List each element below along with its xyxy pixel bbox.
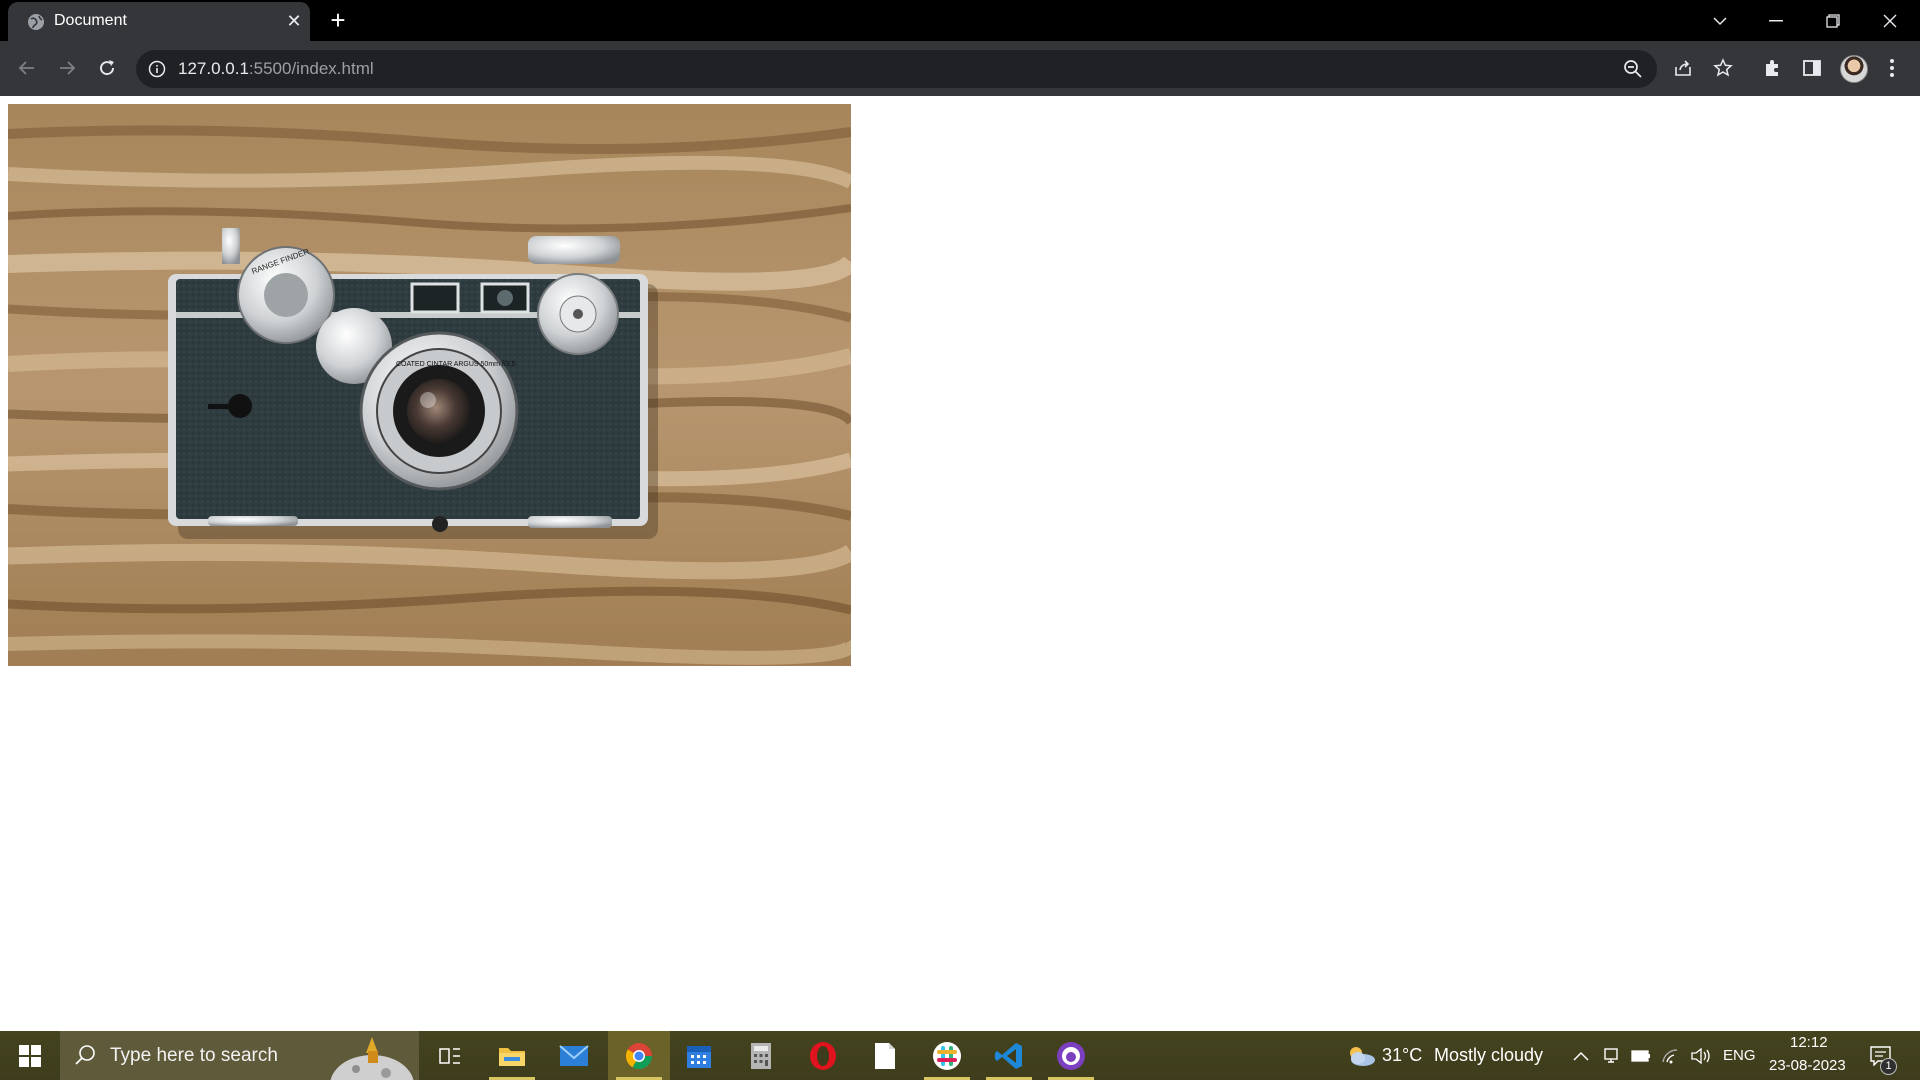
volume-icon[interactable] (1690, 1045, 1712, 1067)
menu-kebab-icon[interactable] (1878, 54, 1906, 82)
address-bar[interactable]: 127.0.0.1:5500/index.html (136, 50, 1657, 88)
camera-photo: RANGE FINDER COATED CINTAR ARGUS 50mm f/… (8, 104, 851, 666)
clock-time[interactable]: 12:12 (1790, 1034, 1828, 1051)
bookmark-star-icon[interactable] (1709, 54, 1737, 82)
reload-icon[interactable] (92, 53, 122, 83)
notepad-file-icon[interactable] (854, 1031, 916, 1080)
lens-ring-text: COATED CINTAR ARGUS 50mm f/3.5 (396, 361, 516, 368)
close-window-icon[interactable] (1862, 0, 1918, 41)
meet-now-icon[interactable] (1600, 1045, 1622, 1067)
weather-description[interactable]: Mostly cloudy (1434, 1045, 1543, 1066)
mail-icon[interactable] (543, 1031, 605, 1080)
page-viewport: RANGE FINDER COATED CINTAR ARGUS 50mm f/… (0, 96, 1920, 1031)
url-text[interactable]: 127.0.0.1:5500/index.html (178, 59, 374, 79)
browser-title-bar: Document ✕ + (0, 0, 1920, 41)
new-tab-button[interactable]: + (324, 6, 352, 34)
clock-date[interactable]: 23-08-2023 (1769, 1057, 1846, 1074)
minimize-icon[interactable] (1748, 0, 1804, 41)
opera-icon[interactable] (792, 1031, 854, 1080)
calendar-icon[interactable] (668, 1031, 730, 1080)
search-icon (75, 1045, 95, 1065)
vscode-icon[interactable] (978, 1031, 1040, 1080)
share-icon[interactable] (1669, 54, 1697, 82)
taskbar-search-box[interactable]: Type here to search (60, 1031, 419, 1080)
input-language[interactable]: ENG (1723, 1047, 1756, 1064)
url-host: 127.0.0.1 (178, 59, 249, 78)
extensions-icon[interactable] (1758, 54, 1786, 82)
restore-icon[interactable] (1805, 0, 1861, 41)
search-highlight-illustration (330, 1037, 414, 1080)
wifi-icon[interactable] (1660, 1045, 1682, 1067)
tab-close-icon[interactable]: ✕ (284, 11, 304, 31)
file-explorer-icon[interactable] (481, 1031, 543, 1080)
chrome-icon[interactable] (608, 1031, 670, 1080)
back-icon[interactable] (12, 53, 42, 83)
side-panel-icon[interactable] (1798, 54, 1826, 82)
globe-icon (28, 14, 44, 30)
tab-document[interactable]: Document ✕ (8, 2, 310, 41)
weather-temperature[interactable]: 31°C (1382, 1045, 1422, 1066)
windows-taskbar: Type here to search 31°C Mostly cloudy E… (0, 1031, 1920, 1080)
windows-start-icon[interactable] (0, 1031, 60, 1080)
zoom-icon[interactable] (1622, 58, 1644, 80)
tab-search-icon[interactable] (1692, 0, 1748, 41)
profile-avatar[interactable] (1840, 55, 1868, 83)
forward-icon[interactable] (52, 53, 82, 83)
cloudy-weather-icon[interactable] (1344, 1045, 1378, 1067)
search-placeholder: Type here to search (110, 1045, 278, 1066)
tab-title: Document (54, 12, 127, 29)
battery-icon[interactable] (1630, 1045, 1652, 1067)
chevron-up-icon[interactable] (1570, 1045, 1592, 1067)
notification-badge: 1 (1880, 1058, 1897, 1075)
task-view-icon[interactable] (419, 1031, 481, 1080)
url-path: :5500/index.html (248, 59, 374, 78)
site-info-icon[interactable] (148, 60, 166, 78)
browser-toolbar: 127.0.0.1:5500/index.html (0, 41, 1920, 96)
github-desktop-icon[interactable] (1040, 1031, 1102, 1080)
slack-icon[interactable] (916, 1031, 978, 1080)
calculator-icon[interactable] (730, 1031, 792, 1080)
